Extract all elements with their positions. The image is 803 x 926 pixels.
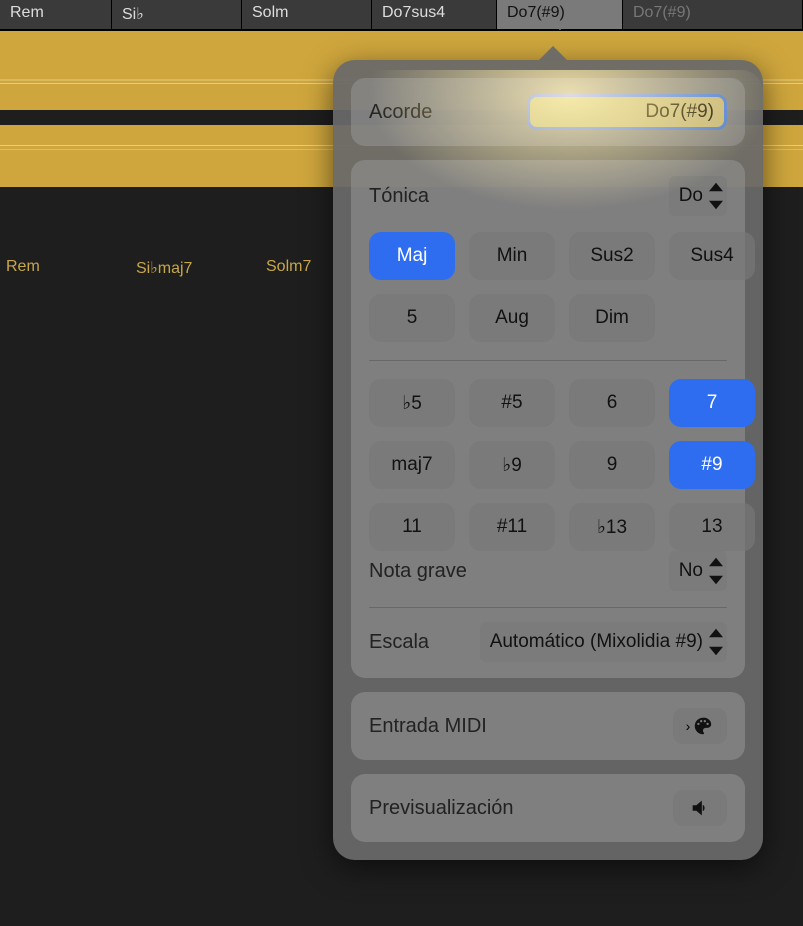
chord-name-input[interactable]	[527, 94, 727, 130]
quality-5[interactable]: 5	[369, 294, 455, 342]
chord-tab-do7sus4[interactable]: Do7sus4	[372, 0, 497, 29]
palette-icon	[692, 715, 714, 737]
chord-marker-strip: Rem Si♭ Solm Do7sus4 Do7(#9) Do7(#9)	[0, 0, 803, 30]
ext-6[interactable]: 6	[569, 379, 655, 427]
quality-dim[interactable]: Dim	[569, 294, 655, 342]
panel-tonica: Tónica Do Maj Min Sus2 Sus4 5 Aug Dim ♭5…	[351, 160, 745, 678]
preview-label: Previsualización	[369, 797, 514, 820]
quality-sus4[interactable]: Sus4	[669, 232, 755, 280]
ext-11[interactable]: 11	[369, 503, 455, 551]
tonica-select[interactable]: Do	[669, 176, 727, 216]
chevron-up-down-icon	[709, 178, 723, 214]
quality-grid: Maj Min Sus2 Sus4 5 Aug Dim	[369, 232, 727, 342]
midi-label: Entrada MIDI	[369, 715, 487, 738]
ext-b5[interactable]: ♭5	[369, 379, 455, 427]
quality-aug[interactable]: Aug	[469, 294, 555, 342]
quality-sus2[interactable]: Sus2	[569, 232, 655, 280]
bass-select[interactable]: No	[669, 551, 727, 591]
scale-select[interactable]: Automático (Mixolidia #9)	[480, 622, 727, 662]
chord-tab-sib[interactable]: Si♭	[112, 0, 242, 29]
speaker-icon	[689, 797, 711, 819]
midi-input-button[interactable]: ›	[673, 708, 727, 744]
ext-maj7[interactable]: maj7	[369, 441, 455, 489]
quality-min[interactable]: Min	[469, 232, 555, 280]
preview-play-button[interactable]	[673, 790, 727, 826]
ext-9[interactable]: 9	[569, 441, 655, 489]
ext-b13[interactable]: ♭13	[569, 503, 655, 551]
chord-tab-do7sharp9-next[interactable]: Do7(#9)	[623, 0, 803, 29]
chord-edit-popover: Acorde Tónica Do Maj Min Sus2 Sus4 5 Aug…	[333, 60, 763, 860]
chord-tab-do7sharp9-active[interactable]: Do7(#9)	[497, 0, 623, 29]
chevron-up-down-icon	[709, 624, 723, 660]
ext-s5[interactable]: #5	[469, 379, 555, 427]
quality-maj[interactable]: Maj	[369, 232, 455, 280]
chord-tab-solm[interactable]: Solm	[242, 0, 372, 29]
ext-b9[interactable]: ♭9	[469, 441, 555, 489]
scale-label: Escala	[369, 631, 429, 654]
chevron-right-icon: ›	[686, 718, 691, 734]
acorde-label: Acorde	[369, 101, 432, 124]
ext-13[interactable]: 13	[669, 503, 755, 551]
extension-grid: ♭5 #5 6 7 maj7 ♭9 9 #9 11 #11 ♭13 13	[369, 360, 727, 551]
panel-acorde: Acorde	[351, 78, 745, 146]
bass-label: Nota grave	[369, 560, 467, 583]
panel-preview: Previsualización	[351, 774, 745, 842]
ext-7[interactable]: 7	[669, 379, 755, 427]
ext-s9[interactable]: #9	[669, 441, 755, 489]
panel-midi: Entrada MIDI ›	[351, 692, 745, 760]
chevron-up-down-icon	[709, 553, 723, 589]
ext-s11[interactable]: #11	[469, 503, 555, 551]
tonica-label: Tónica	[369, 185, 429, 208]
chord-tab-rem[interactable]: Rem	[0, 0, 112, 29]
